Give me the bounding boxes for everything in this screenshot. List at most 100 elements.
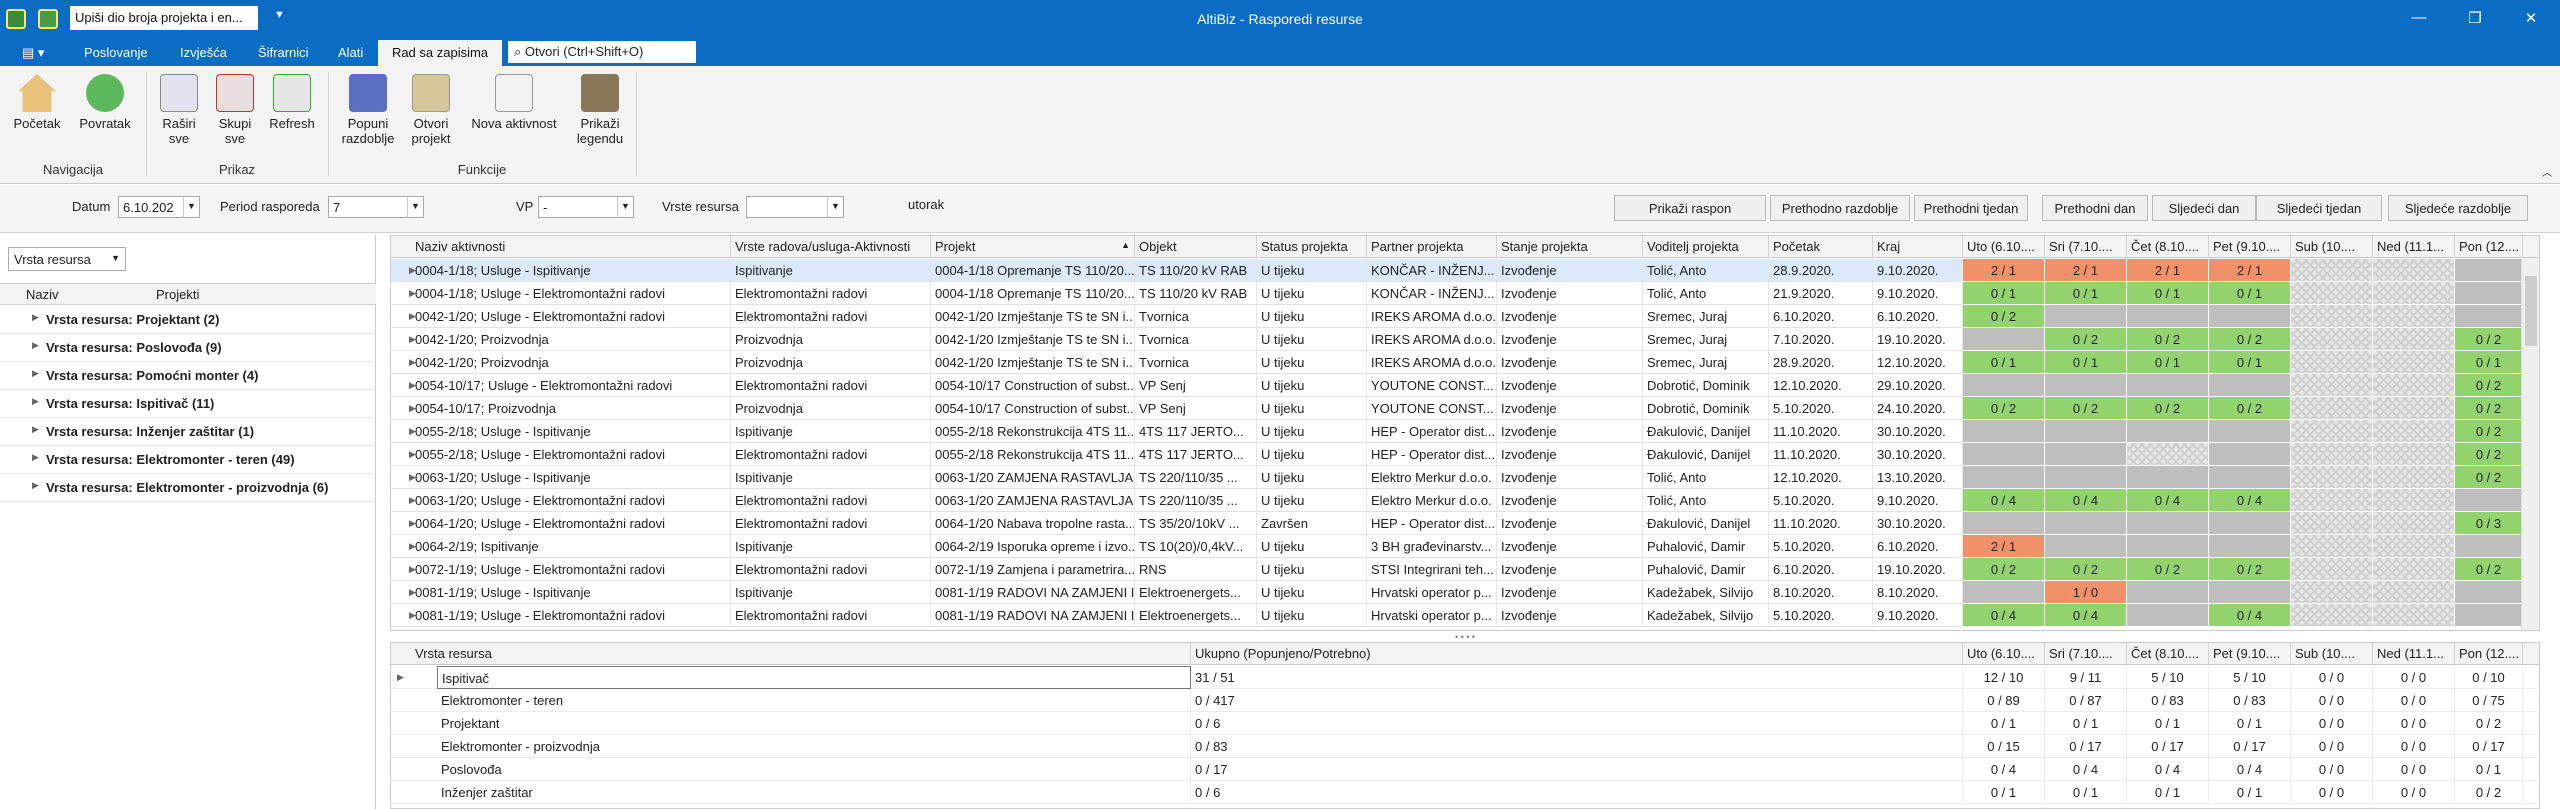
schedule-cell[interactable] bbox=[2373, 558, 2455, 581]
schedule-cell[interactable]: 0 / 1 bbox=[2045, 282, 2127, 305]
minimize-button[interactable]: — bbox=[2404, 9, 2434, 26]
schedule-cell[interactable] bbox=[2127, 535, 2209, 558]
new-activity-button[interactable]: Nova aktivnost bbox=[466, 74, 562, 131]
expand-arrow-icon[interactable]: ▶ bbox=[32, 396, 39, 407]
expand-arrow-icon[interactable]: ▶ bbox=[32, 340, 39, 351]
schedule-cell[interactable]: 0 / 1 bbox=[1963, 351, 2045, 374]
table-row[interactable]: ▶ 0004-1/18; Usluge - Elektromontažni rad… bbox=[391, 282, 2539, 305]
summary-column-header[interactable]: Čet (8.10.... bbox=[2127, 643, 2209, 665]
schedule-cell[interactable]: 2 / 1 bbox=[2209, 259, 2291, 282]
schedule-cell[interactable] bbox=[2209, 512, 2291, 535]
previous-period-button[interactable]: Prethodno razdoblje bbox=[1770, 195, 1910, 221]
column-header[interactable]: Čet (8.10.... bbox=[2127, 236, 2209, 258]
schedule-cell[interactable] bbox=[2373, 512, 2455, 535]
schedule-cell[interactable] bbox=[2127, 466, 2209, 489]
schedule-cell[interactable] bbox=[2373, 420, 2455, 443]
schedule-cell[interactable]: 0 / 1 bbox=[2209, 351, 2291, 374]
schedule-cell[interactable] bbox=[1963, 581, 2045, 604]
schedule-cell[interactable]: 2 / 1 bbox=[1963, 535, 2045, 558]
close-button[interactable]: ✕ bbox=[2516, 9, 2546, 27]
schedule-cell[interactable]: 0 / 2 bbox=[2455, 397, 2523, 420]
table-row[interactable]: ▶ 0081-1/19; Usluge - Ispitivanje Ispitiva… bbox=[391, 581, 2539, 604]
schedule-cell[interactable]: 0 / 4 bbox=[1963, 604, 2045, 627]
column-header[interactable]: Objekt bbox=[1135, 236, 1257, 258]
column-header[interactable]: Voditelj projekta bbox=[1643, 236, 1769, 258]
table-row[interactable]: ▶ 0064-1/20; Usluge - Elektromontažni rad… bbox=[391, 512, 2539, 535]
show-range-button[interactable]: Prikaži raspon bbox=[1614, 195, 1766, 221]
schedule-cell[interactable] bbox=[2291, 351, 2373, 374]
schedule-cell[interactable] bbox=[2291, 512, 2373, 535]
schedule-cell[interactable]: 0 / 1 bbox=[2455, 351, 2523, 374]
schedule-cell[interactable] bbox=[2455, 581, 2523, 604]
summary-row[interactable]: Projektant 0 / 60 / 10 / 10 / 10 / 10 / 0… bbox=[391, 712, 2539, 735]
schedule-cell[interactable] bbox=[2455, 604, 2523, 627]
table-row[interactable]: ▶ 0063-1/20; Usluge - Ispitivanje Ispitiva… bbox=[391, 466, 2539, 489]
header-projekti[interactable]: Projekti bbox=[156, 287, 199, 302]
schedule-cell[interactable] bbox=[2373, 259, 2455, 282]
schedule-cell[interactable] bbox=[2455, 535, 2523, 558]
table-row[interactable]: ▶ 0042-1/20; Proizvodnja Proizvodnja 0042-1… bbox=[391, 328, 2539, 351]
schedule-cell[interactable] bbox=[2373, 305, 2455, 328]
table-row[interactable]: ▶ 0064-2/19; Ispitivanje Ispitivanje 0064-2… bbox=[391, 535, 2539, 558]
schedule-cell[interactable] bbox=[2291, 397, 2373, 420]
schedule-cell[interactable]: 0 / 4 bbox=[1963, 489, 2045, 512]
schedule-cell[interactable] bbox=[1963, 374, 2045, 397]
table-row[interactable]: ▶ 0055-2/18; Usluge - Ispitivanje Ispitiva… bbox=[391, 420, 2539, 443]
chevron-down-icon[interactable]: ▼ bbox=[183, 197, 199, 217]
schedule-cell[interactable]: 0 / 2 bbox=[2455, 374, 2523, 397]
chevron-down-icon[interactable]: ▼ bbox=[111, 253, 120, 263]
schedule-cell[interactable]: 0 / 2 bbox=[1963, 558, 2045, 581]
table-row[interactable]: ▶ 0004-1/18; Usluge - Ispitivanje Ispitiva… bbox=[391, 259, 2539, 282]
header-naziv[interactable]: Naziv bbox=[26, 287, 59, 302]
column-header[interactable]: Uto (6.10.... bbox=[1963, 236, 2045, 258]
schedule-cell[interactable]: 0 / 1 bbox=[2127, 282, 2209, 305]
schedule-cell[interactable]: 0 / 1 bbox=[2209, 282, 2291, 305]
chevron-down-icon[interactable]: ▼ bbox=[617, 197, 633, 217]
column-header[interactable]: Stanje projekta bbox=[1497, 236, 1643, 258]
collapse-ribbon-icon[interactable]: ︿ bbox=[2542, 164, 2552, 179]
schedule-cell[interactable] bbox=[2373, 374, 2455, 397]
schedule-cell[interactable] bbox=[2373, 328, 2455, 351]
chevron-down-icon[interactable]: ▼ bbox=[827, 197, 843, 217]
schedule-cell[interactable]: 0 / 2 bbox=[2209, 558, 2291, 581]
column-header[interactable]: Projekt ▲ bbox=[931, 236, 1135, 258]
schedule-cell[interactable]: 0 / 2 bbox=[2045, 397, 2127, 420]
column-header[interactable]: Pon (12.... bbox=[2455, 236, 2523, 258]
summary-column-header[interactable]: Sub (10.... bbox=[2291, 643, 2373, 665]
vp-input[interactable]: - ▼ bbox=[538, 196, 634, 218]
schedule-cell[interactable]: 0 / 4 bbox=[2127, 489, 2209, 512]
expand-arrow-icon[interactable]: ▶ bbox=[32, 312, 39, 323]
period-input[interactable]: 7 ▼ bbox=[328, 196, 424, 218]
schedule-cell[interactable]: 0 / 2 bbox=[2209, 328, 2291, 351]
column-header[interactable]: Partner projekta bbox=[1367, 236, 1497, 258]
schedule-cell[interactable] bbox=[2291, 558, 2373, 581]
schedule-cell[interactable] bbox=[2291, 374, 2373, 397]
schedule-cell[interactable]: 0 / 2 bbox=[1963, 305, 2045, 328]
schedule-cell[interactable] bbox=[2127, 374, 2209, 397]
schedule-cell[interactable] bbox=[2127, 512, 2209, 535]
schedule-cell[interactable] bbox=[1963, 512, 2045, 535]
column-header[interactable]: Naziv aktivnosti bbox=[411, 236, 731, 258]
schedule-cell[interactable] bbox=[2373, 466, 2455, 489]
schedule-cell[interactable] bbox=[2045, 466, 2127, 489]
tree-group-row[interactable]: ▶ Vrsta resursa: Ispitivač (11) bbox=[0, 390, 376, 418]
table-row[interactable]: ▶ 0042-1/20; Proizvodnja Proizvodnja 0042-1… bbox=[391, 351, 2539, 374]
schedule-cell[interactable]: 0 / 2 bbox=[2045, 558, 2127, 581]
schedule-cell[interactable]: 0 / 2 bbox=[2127, 397, 2209, 420]
collapse-all-button[interactable]: Skupi sve bbox=[212, 74, 258, 146]
column-header[interactable]: Sri (7.10.... bbox=[2045, 236, 2127, 258]
schedule-cell[interactable]: 2 / 1 bbox=[2045, 259, 2127, 282]
schedule-cell[interactable] bbox=[2045, 443, 2127, 466]
schedule-cell[interactable] bbox=[2291, 443, 2373, 466]
schedule-cell[interactable] bbox=[2127, 604, 2209, 627]
schedule-cell[interactable] bbox=[2291, 581, 2373, 604]
datum-input[interactable]: 6.10.202 ▼ bbox=[118, 196, 200, 218]
schedule-cell[interactable]: 0 / 4 bbox=[2209, 604, 2291, 627]
next-day-button[interactable]: Sljedeći dan bbox=[2152, 195, 2256, 221]
menu-izvjesca[interactable]: Izvješća bbox=[180, 45, 227, 60]
column-header[interactable]: Status projekta bbox=[1257, 236, 1367, 258]
vrste-resursa-input[interactable]: ▼ bbox=[746, 196, 844, 218]
schedule-cell[interactable] bbox=[2209, 581, 2291, 604]
expand-all-button[interactable]: Raširi sve bbox=[156, 74, 202, 146]
column-header[interactable]: Sub (10.... bbox=[2291, 236, 2373, 258]
